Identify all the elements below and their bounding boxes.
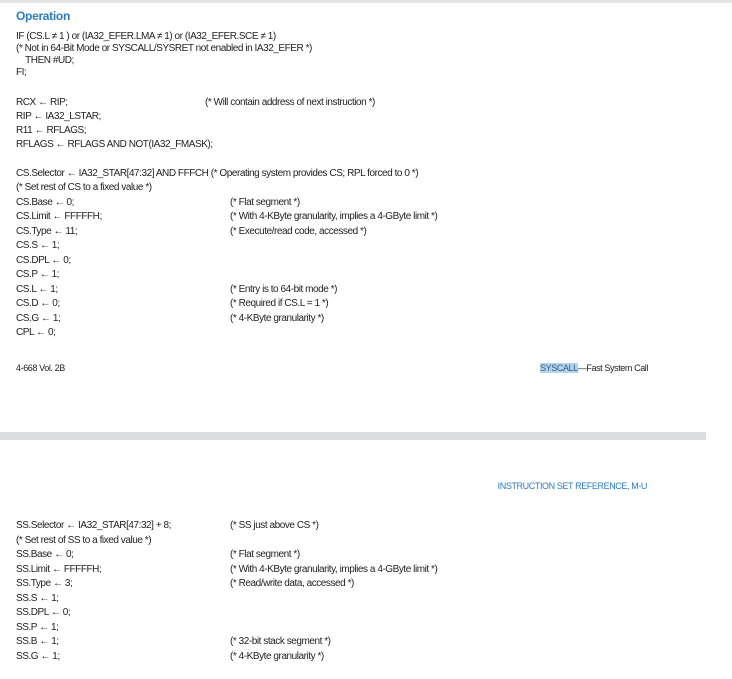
page-number: 4-668 Vol. 2B — [16, 363, 65, 373]
code-line: SS.Selector ← IA32_STAR[47:32] + 8; — [16, 520, 171, 531]
page-header: INSTRUCTION SET REFERENCE, M-U — [497, 481, 648, 491]
code-comment: (* Read/write data, accessed *) — [230, 578, 354, 589]
code-line: RIP ← IA32_LSTAR; — [16, 111, 101, 122]
code-line: CS.P ← 1; — [16, 269, 60, 280]
code-line: IF (CS.L ≠ 1 ) or (IA32_EFER.LMA ≠ 1) or… — [16, 31, 276, 42]
code-line: SS.Base ← 0; — [16, 549, 74, 560]
viewer-top-bar — [0, 0, 732, 3]
code-line: CS.L ← 1; — [16, 284, 58, 295]
code-line: CS.S ← 1; — [16, 240, 60, 251]
code-comment: (* With 4-KByte granularity, implies a 4… — [230, 211, 438, 222]
code-comment: (* Required if CS.L = 1 *) — [230, 298, 329, 309]
footer-title-text: —Fast System Call — [577, 363, 649, 373]
code-line: SS.G ← 1; — [16, 651, 60, 662]
code-line: SS.B ← 1; — [16, 636, 59, 647]
code-line: SS.S ← 1; — [16, 593, 59, 604]
code-line: CS.Base ← 0; — [16, 197, 74, 208]
code-line: (* Not in 64-Bit Mode or SYSCALL/SYSRET … — [16, 43, 312, 54]
search-highlight: SYSCALL — [540, 363, 578, 373]
code-line: THEN #UD; — [16, 55, 74, 66]
code-comment: (* SS just above CS *) — [230, 520, 319, 531]
code-comment: (* With 4-KByte granularity, implies a 4… — [230, 564, 438, 575]
code-line: FI; — [16, 67, 27, 78]
code-comment: (* 4-KByte granularity *) — [230, 651, 324, 662]
page-footer-title: SYSCALL—Fast System Call — [540, 363, 648, 373]
code-line: SS.P ← 1; — [16, 622, 59, 633]
section-heading: Operation — [16, 9, 70, 23]
code-line: SS.DPL ← 0; — [16, 607, 71, 618]
page-separator — [0, 432, 706, 440]
code-comment: (* Flat segment *) — [230, 549, 300, 560]
code-comment: (* Execute/read code, accessed *) — [230, 226, 367, 237]
code-comment: (* 32-bit stack segment *) — [230, 636, 331, 647]
code-line: RFLAGS ← RFLAGS AND NOT(IA32_FMASK); — [16, 139, 213, 150]
code-comment: (* Entry is to 64-bit mode *) — [230, 284, 337, 295]
code-line: (* Set rest of SS to a fixed value *) — [16, 535, 152, 546]
code-line: CS.Type ← 11; — [16, 226, 78, 237]
code-comment: (* Flat segment *) — [230, 197, 300, 208]
code-line: RCX ← RIP; — [16, 97, 68, 108]
code-line: SS.Type ← 3; — [16, 578, 73, 589]
code-comment: (* Will contain address of next instruct… — [205, 97, 375, 108]
code-line: SS.Limit ← FFFFFH; — [16, 564, 102, 575]
code-line: CS.Selector ← IA32_STAR[47:32] AND FFFCH… — [16, 168, 419, 179]
code-line: CPL ← 0; — [16, 327, 56, 338]
code-line: (* Set rest of CS to a fixed value *) — [16, 182, 152, 193]
code-line: CS.G ← 1; — [16, 313, 61, 324]
code-comment: (* 4-KByte granularity *) — [230, 313, 324, 324]
code-line: CS.D ← 0; — [16, 298, 60, 309]
code-line: CS.DPL ← 0; — [16, 255, 71, 266]
code-line: R11 ← RFLAGS; — [16, 125, 87, 136]
code-line: CS.Limit ← FFFFFH; — [16, 211, 102, 222]
